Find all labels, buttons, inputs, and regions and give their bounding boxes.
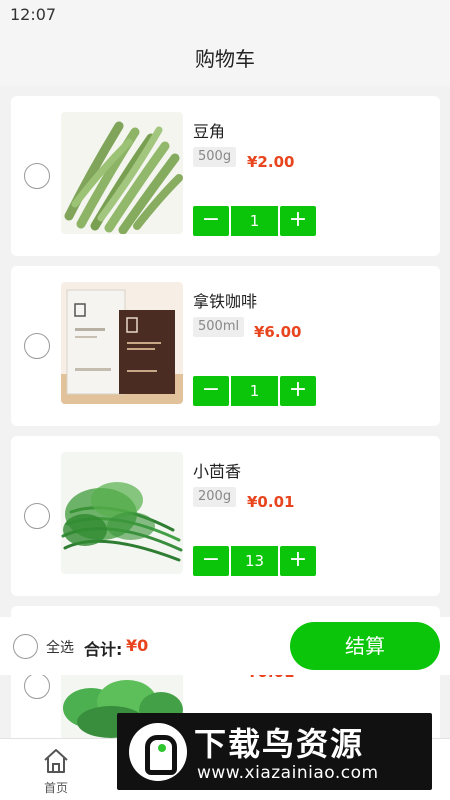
total-label: 合计: [84, 640, 123, 659]
quantity-value[interactable]: 1 [231, 206, 278, 236]
product-name: 拿铁咖啡 [193, 292, 258, 311]
checkout-bar: 全选 合计: ¥0 结算 [0, 617, 450, 675]
select-all-radio[interactable] [13, 634, 38, 659]
watermark-title: 下载鸟资源 [194, 725, 365, 763]
item-select-radio[interactable] [24, 673, 50, 699]
total-value: ¥0 [126, 636, 149, 655]
bird-logo-icon [129, 723, 187, 781]
increase-button[interactable]: + [280, 376, 316, 406]
product-price: ¥0.01 [247, 493, 295, 511]
item-select-radio[interactable] [24, 163, 50, 189]
status-time: 12:07 [10, 5, 57, 24]
decrease-button[interactable]: − [193, 206, 229, 236]
title-bar: 购物车 [0, 30, 450, 86]
product-spec: 200g [193, 487, 237, 507]
product-name: 豆角 [193, 122, 226, 141]
quantity-stepper: − 1 + [193, 206, 316, 236]
cart-item: 小茴香 200g ¥0.01 − 13 + [11, 436, 440, 596]
product-price: ¥6.00 [254, 323, 302, 341]
product-spec: 500g [193, 147, 237, 167]
tab-home[interactable]: 首页 [0, 739, 112, 800]
product-spec: 500ml [193, 317, 245, 337]
checkout-button[interactable]: 结算 [290, 622, 440, 670]
select-all-label[interactable]: 全选 [46, 637, 74, 657]
increase-button[interactable]: + [280, 206, 316, 236]
product-name: 小茴香 [193, 462, 242, 481]
tab-home-label: 首页 [43, 781, 68, 795]
quantity-stepper: − 13 + [193, 546, 316, 576]
quantity-stepper: − 1 + [193, 376, 316, 406]
quantity-value[interactable]: 1 [231, 376, 278, 406]
cart-item: 豆角 500g ¥2.00 − 1 + [11, 96, 440, 256]
watermark-banner: 下载鸟资源 www.xiazainiao.com [117, 713, 432, 790]
increase-button[interactable]: + [280, 546, 316, 576]
home-icon [44, 749, 68, 773]
decrease-button[interactable]: − [193, 376, 229, 406]
product-image-fennel [61, 452, 183, 574]
product-image-latte [61, 282, 183, 404]
cart-item: 拿铁咖啡 500ml ¥6.00 − 1 + [11, 266, 440, 426]
quantity-value[interactable]: 13 [231, 546, 278, 576]
watermark-url: www.xiazainiao.com [197, 763, 379, 783]
product-image-green-beans [61, 112, 183, 234]
product-price: ¥2.00 [247, 153, 295, 171]
item-select-radio[interactable] [24, 333, 50, 359]
decrease-button[interactable]: − [193, 546, 229, 576]
item-select-radio[interactable] [24, 503, 50, 529]
status-bar: 12:07 [0, 0, 450, 30]
page-title: 购物车 [195, 47, 255, 71]
